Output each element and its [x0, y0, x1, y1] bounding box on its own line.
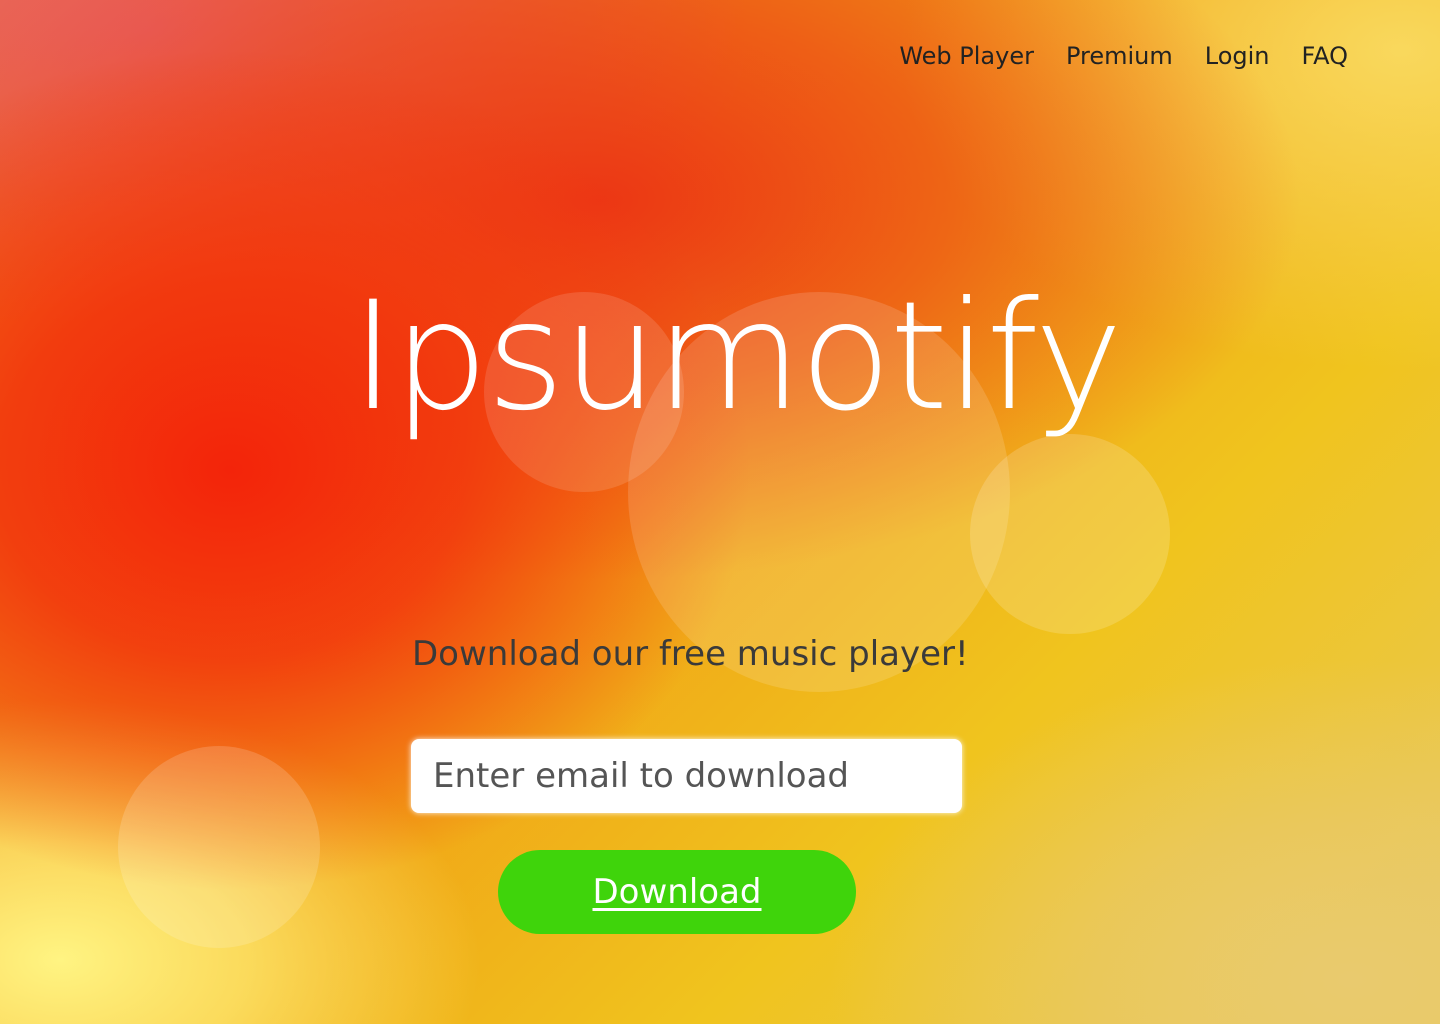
top-nav: Web Player Premium Login FAQ: [899, 42, 1348, 70]
decorative-bubble: [970, 434, 1170, 634]
decorative-bubble: [118, 746, 320, 948]
nav-faq-link[interactable]: FAQ: [1302, 42, 1349, 70]
nav-web-player-link[interactable]: Web Player: [899, 42, 1034, 70]
download-button-label: Download: [592, 872, 762, 912]
nav-login-link[interactable]: Login: [1205, 42, 1270, 70]
nav-premium-link[interactable]: Premium: [1066, 42, 1173, 70]
download-button[interactable]: Download: [498, 850, 856, 934]
brand-title: Ipsumotify: [351, 270, 1123, 444]
hero-subtitle: Download our free music player!: [412, 634, 969, 674]
email-input[interactable]: [411, 739, 962, 813]
